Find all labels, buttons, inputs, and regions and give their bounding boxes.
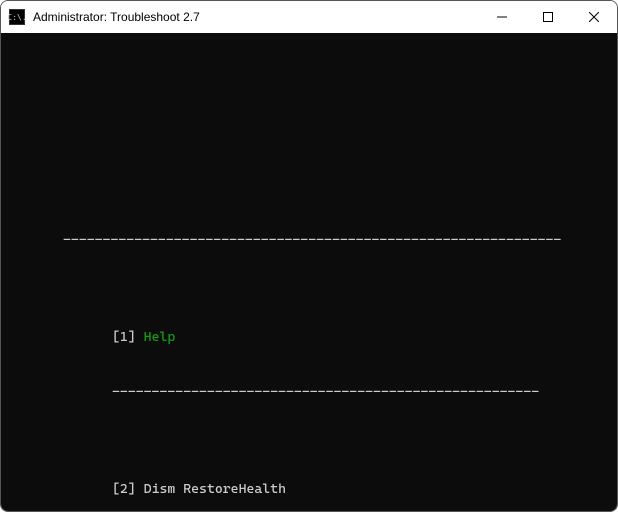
close-icon: [589, 12, 599, 22]
window-title: Administrator: Troubleshoot 2.7: [33, 10, 200, 24]
minimize-button[interactable]: [479, 1, 525, 33]
terminal-body[interactable]: ________________________________________…: [1, 33, 617, 511]
close-button[interactable]: [571, 1, 617, 33]
maximize-button[interactable]: [525, 1, 571, 33]
menu-key: [2]: [112, 481, 136, 497]
menu-label: Help: [144, 329, 176, 345]
menu-key: [1]: [112, 329, 136, 345]
divider: ________________________________________…: [7, 227, 611, 244]
minimize-icon: [497, 12, 507, 22]
menu-label: Dism RestoreHealth: [144, 481, 286, 497]
menu-item-help: [1] Help: [7, 329, 611, 346]
maximize-icon: [543, 12, 553, 22]
cmd-icon: C:\.: [9, 9, 25, 25]
titlebar[interactable]: C:\. Administrator: Troubleshoot 2.7: [1, 1, 617, 33]
terminal-window: C:\. Administrator: Troubleshoot 2.7 ___…: [0, 0, 618, 512]
divider: ________________________________________…: [7, 379, 611, 396]
menu-item-dism: [2] Dism RestoreHealth: [7, 481, 611, 498]
